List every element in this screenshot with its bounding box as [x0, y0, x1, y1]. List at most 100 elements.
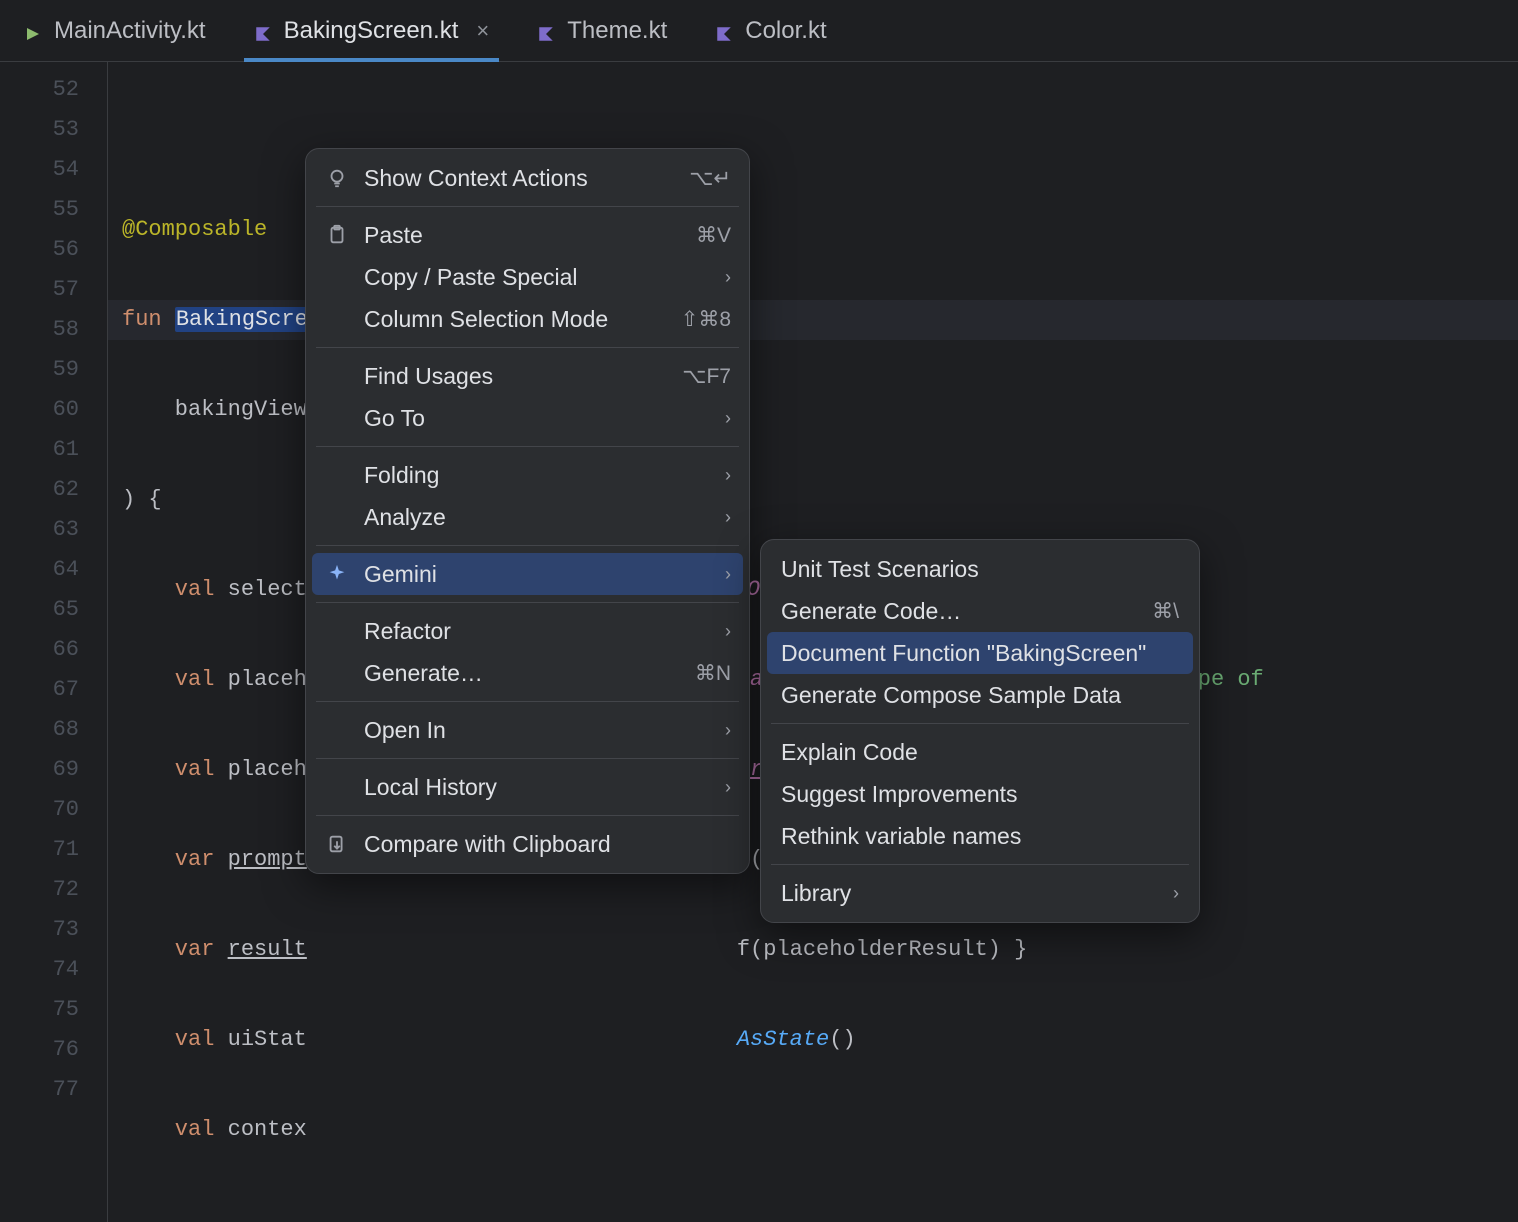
chevron-right-icon: ›	[1173, 883, 1179, 904]
menu-item-find-usages[interactable]: Find Usages ⌥F7	[306, 355, 749, 397]
menu-shortcut: ⇧⌘8	[681, 307, 731, 332]
line-number: 59	[0, 350, 107, 390]
chevron-right-icon: ›	[725, 267, 731, 288]
menu-item-folding[interactable]: Folding ›	[306, 454, 749, 496]
menu-separator	[316, 545, 739, 546]
kotlin-file-icon	[715, 22, 733, 40]
line-number: 73	[0, 910, 107, 950]
submenu-item-explain-code[interactable]: Explain Code	[761, 731, 1199, 773]
menu-item-go-to[interactable]: Go To›	[306, 397, 749, 439]
chevron-right-icon: ›	[725, 720, 731, 741]
tab-label: Color.kt	[745, 17, 826, 45]
menu-item-label: Open In	[364, 717, 711, 744]
chevron-right-icon: ›	[725, 777, 731, 798]
tab-mainactivity[interactable]: MainActivity.kt	[14, 0, 216, 61]
line-number: 52	[0, 70, 107, 110]
menu-item-label: Gemini	[364, 561, 711, 588]
close-icon[interactable]: ×	[476, 18, 489, 44]
line-number: 63	[0, 510, 107, 550]
editor-tab-bar: MainActivity.kt BakingScreen.kt × Theme.…	[0, 0, 1518, 62]
chevron-right-icon: ›	[725, 507, 731, 528]
menu-item-label: Go To	[364, 405, 711, 432]
menu-item-paste[interactable]: Paste⌘V	[306, 214, 749, 256]
menu-separator	[771, 864, 1189, 865]
tab-theme[interactable]: Theme.kt	[527, 0, 677, 61]
line-number: 74	[0, 950, 107, 990]
menu-item-copy-paste-special[interactable]: Copy / Paste Special ›	[306, 256, 749, 298]
code-line	[108, 1200, 1518, 1222]
paste-icon	[324, 224, 350, 246]
context-menu: Show Context Actions⌥↵Paste⌘VCopy / Past…	[305, 148, 750, 874]
code-line: val uiStatAsState()	[108, 1020, 1518, 1060]
chevron-right-icon: ›	[725, 564, 731, 585]
kotlin-file-icon	[254, 22, 272, 40]
menu-item-label: Compare with Clipboard	[364, 831, 731, 858]
menu-item-column-selection-mode[interactable]: Column Selection Mode ⇧⌘8	[306, 298, 749, 340]
gemini-icon	[324, 563, 350, 585]
submenu-item-suggest-improvements[interactable]: Suggest Improvements	[761, 773, 1199, 815]
line-number: 65	[0, 590, 107, 630]
line-number-gutter: 5253545556575859606162636465666768697071…	[0, 62, 108, 1222]
line-number: 67	[0, 670, 107, 710]
menu-item-label: Refactor	[364, 618, 711, 645]
tab-bakingscreen[interactable]: BakingScreen.kt ×	[244, 0, 500, 61]
menu-separator	[316, 815, 739, 816]
line-number: 69	[0, 750, 107, 790]
menu-separator	[771, 723, 1189, 724]
submenu-item-generate-code[interactable]: Generate Code…⌘\	[761, 590, 1199, 632]
line-number: 76	[0, 1030, 107, 1070]
tab-color[interactable]: Color.kt	[705, 0, 836, 61]
code-line: var resultf(placeholderResult) }	[108, 930, 1518, 970]
submenu-item-label: Library	[781, 880, 1159, 907]
gemini-submenu: Unit Test ScenariosGenerate Code…⌘\ Docum…	[760, 539, 1200, 923]
line-number: 61	[0, 430, 107, 470]
submenu-item-label: Suggest Improvements	[781, 781, 1179, 808]
line-number: 57	[0, 270, 107, 310]
line-number: 53	[0, 110, 107, 150]
menu-item-open-in[interactable]: Open In ›	[306, 709, 749, 751]
menu-item-label: Generate…	[364, 660, 681, 687]
menu-item-show-context-actions[interactable]: Show Context Actions⌥↵	[306, 157, 749, 199]
menu-item-compare-with-clipboard[interactable]: Compare with Clipboard	[306, 823, 749, 865]
menu-separator	[316, 347, 739, 348]
kotlin-run-icon	[24, 22, 42, 40]
menu-item-label: Find Usages	[364, 363, 668, 390]
submenu-item-label: Document Function "BakingScreen"	[781, 640, 1179, 667]
line-number: 71	[0, 830, 107, 870]
menu-separator	[316, 758, 739, 759]
menu-shortcut: ⌥F7	[682, 364, 731, 389]
menu-item-label: Folding	[364, 462, 711, 489]
menu-separator	[316, 701, 739, 702]
submenu-item-unit-test-scenarios[interactable]: Unit Test Scenarios	[761, 548, 1199, 590]
line-number: 66	[0, 630, 107, 670]
menu-shortcut: ⌘V	[696, 223, 731, 248]
tab-label: Theme.kt	[567, 17, 667, 45]
line-number: 58	[0, 310, 107, 350]
chevron-right-icon: ›	[725, 465, 731, 486]
submenu-item-library[interactable]: Library ›	[761, 872, 1199, 914]
submenu-item-generate-compose-sample-data[interactable]: Generate Compose Sample Data	[761, 674, 1199, 716]
line-number: 64	[0, 550, 107, 590]
menu-separator	[316, 446, 739, 447]
menu-item-label: Column Selection Mode	[364, 306, 667, 333]
tab-label: MainActivity.kt	[54, 17, 206, 45]
menu-item-gemini[interactable]: Gemini ›	[312, 553, 743, 595]
menu-item-label: Analyze	[364, 504, 711, 531]
submenu-item-document-function-bakingscreen[interactable]: Document Function "BakingScreen"	[767, 632, 1193, 674]
menu-item-label: Copy / Paste Special	[364, 264, 711, 291]
line-number: 56	[0, 230, 107, 270]
menu-item-analyze[interactable]: Analyze ›	[306, 496, 749, 538]
menu-separator	[316, 206, 739, 207]
menu-item-generate[interactable]: Generate…⌘N	[306, 652, 749, 694]
line-number: 77	[0, 1070, 107, 1110]
menu-item-refactor[interactable]: Refactor›	[306, 610, 749, 652]
menu-item-local-history[interactable]: Local History ›	[306, 766, 749, 808]
code-editor[interactable]: 5253545556575859606162636465666768697071…	[0, 62, 1518, 1222]
menu-item-label: Local History	[364, 774, 711, 801]
line-number: 70	[0, 790, 107, 830]
line-number: 55	[0, 190, 107, 230]
line-number: 72	[0, 870, 107, 910]
line-number: 60	[0, 390, 107, 430]
submenu-item-rethink-variable-names[interactable]: Rethink variable names	[761, 815, 1199, 857]
menu-shortcut: ⌘\	[1152, 599, 1179, 624]
